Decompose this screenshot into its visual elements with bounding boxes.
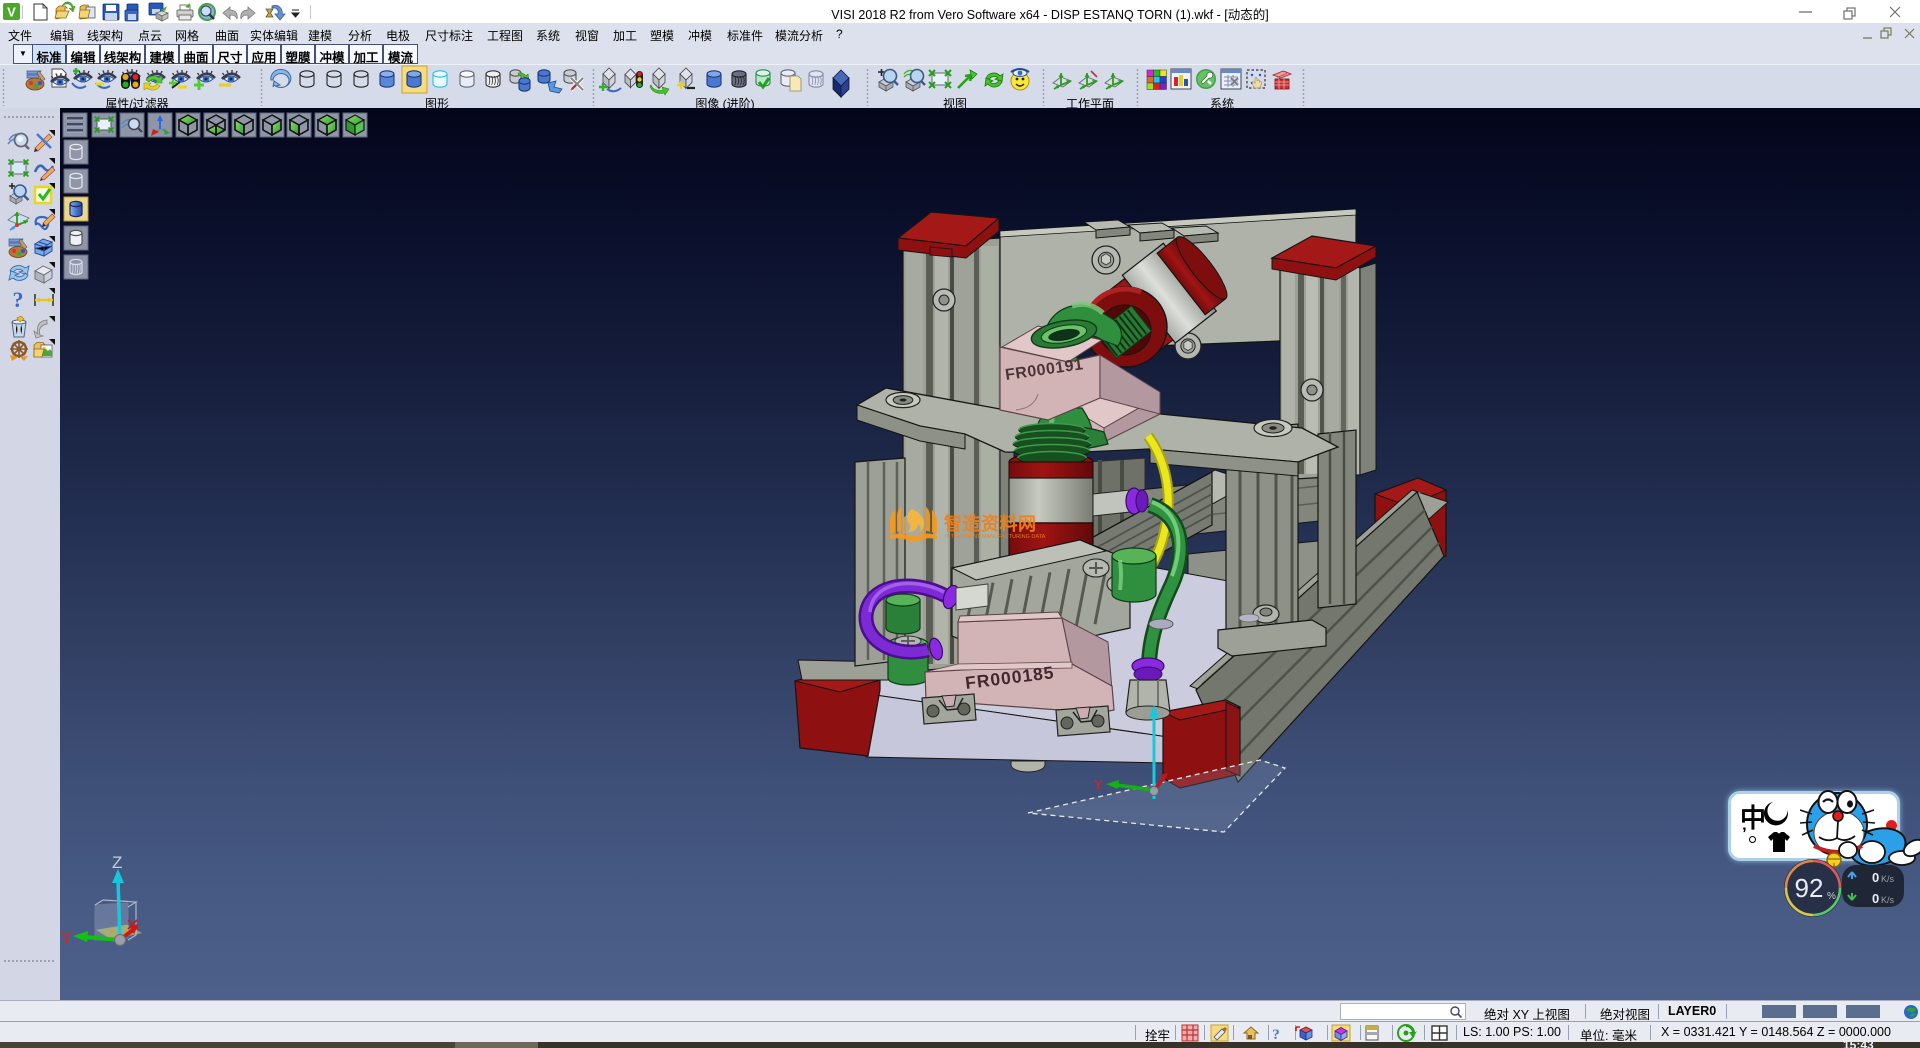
svg-text:0: 0 [1872,891,1879,906]
svg-text:V: V [7,5,16,20]
svg-text:智造资料网: 智造资料网 [944,513,1037,534]
svg-text:Y: Y [61,930,72,947]
svg-text:K/s: K/s [1881,895,1895,905]
svg-text:INTELLIGENT MANUFACTURING DATA: INTELLIGENT MANUFACTURING DATA [945,534,1046,540]
svg-text:?: ? [13,287,24,312]
svg-text:Z: Z [112,853,122,872]
svg-text:K/s: K/s [1881,874,1895,884]
svg-text:92: 92 [1795,873,1824,903]
svg-text:?: ? [1272,1027,1280,1042]
svg-text:Y: Y [1094,777,1103,792]
svg-text:%: % [1827,891,1836,902]
svg-text:0: 0 [1872,870,1879,885]
